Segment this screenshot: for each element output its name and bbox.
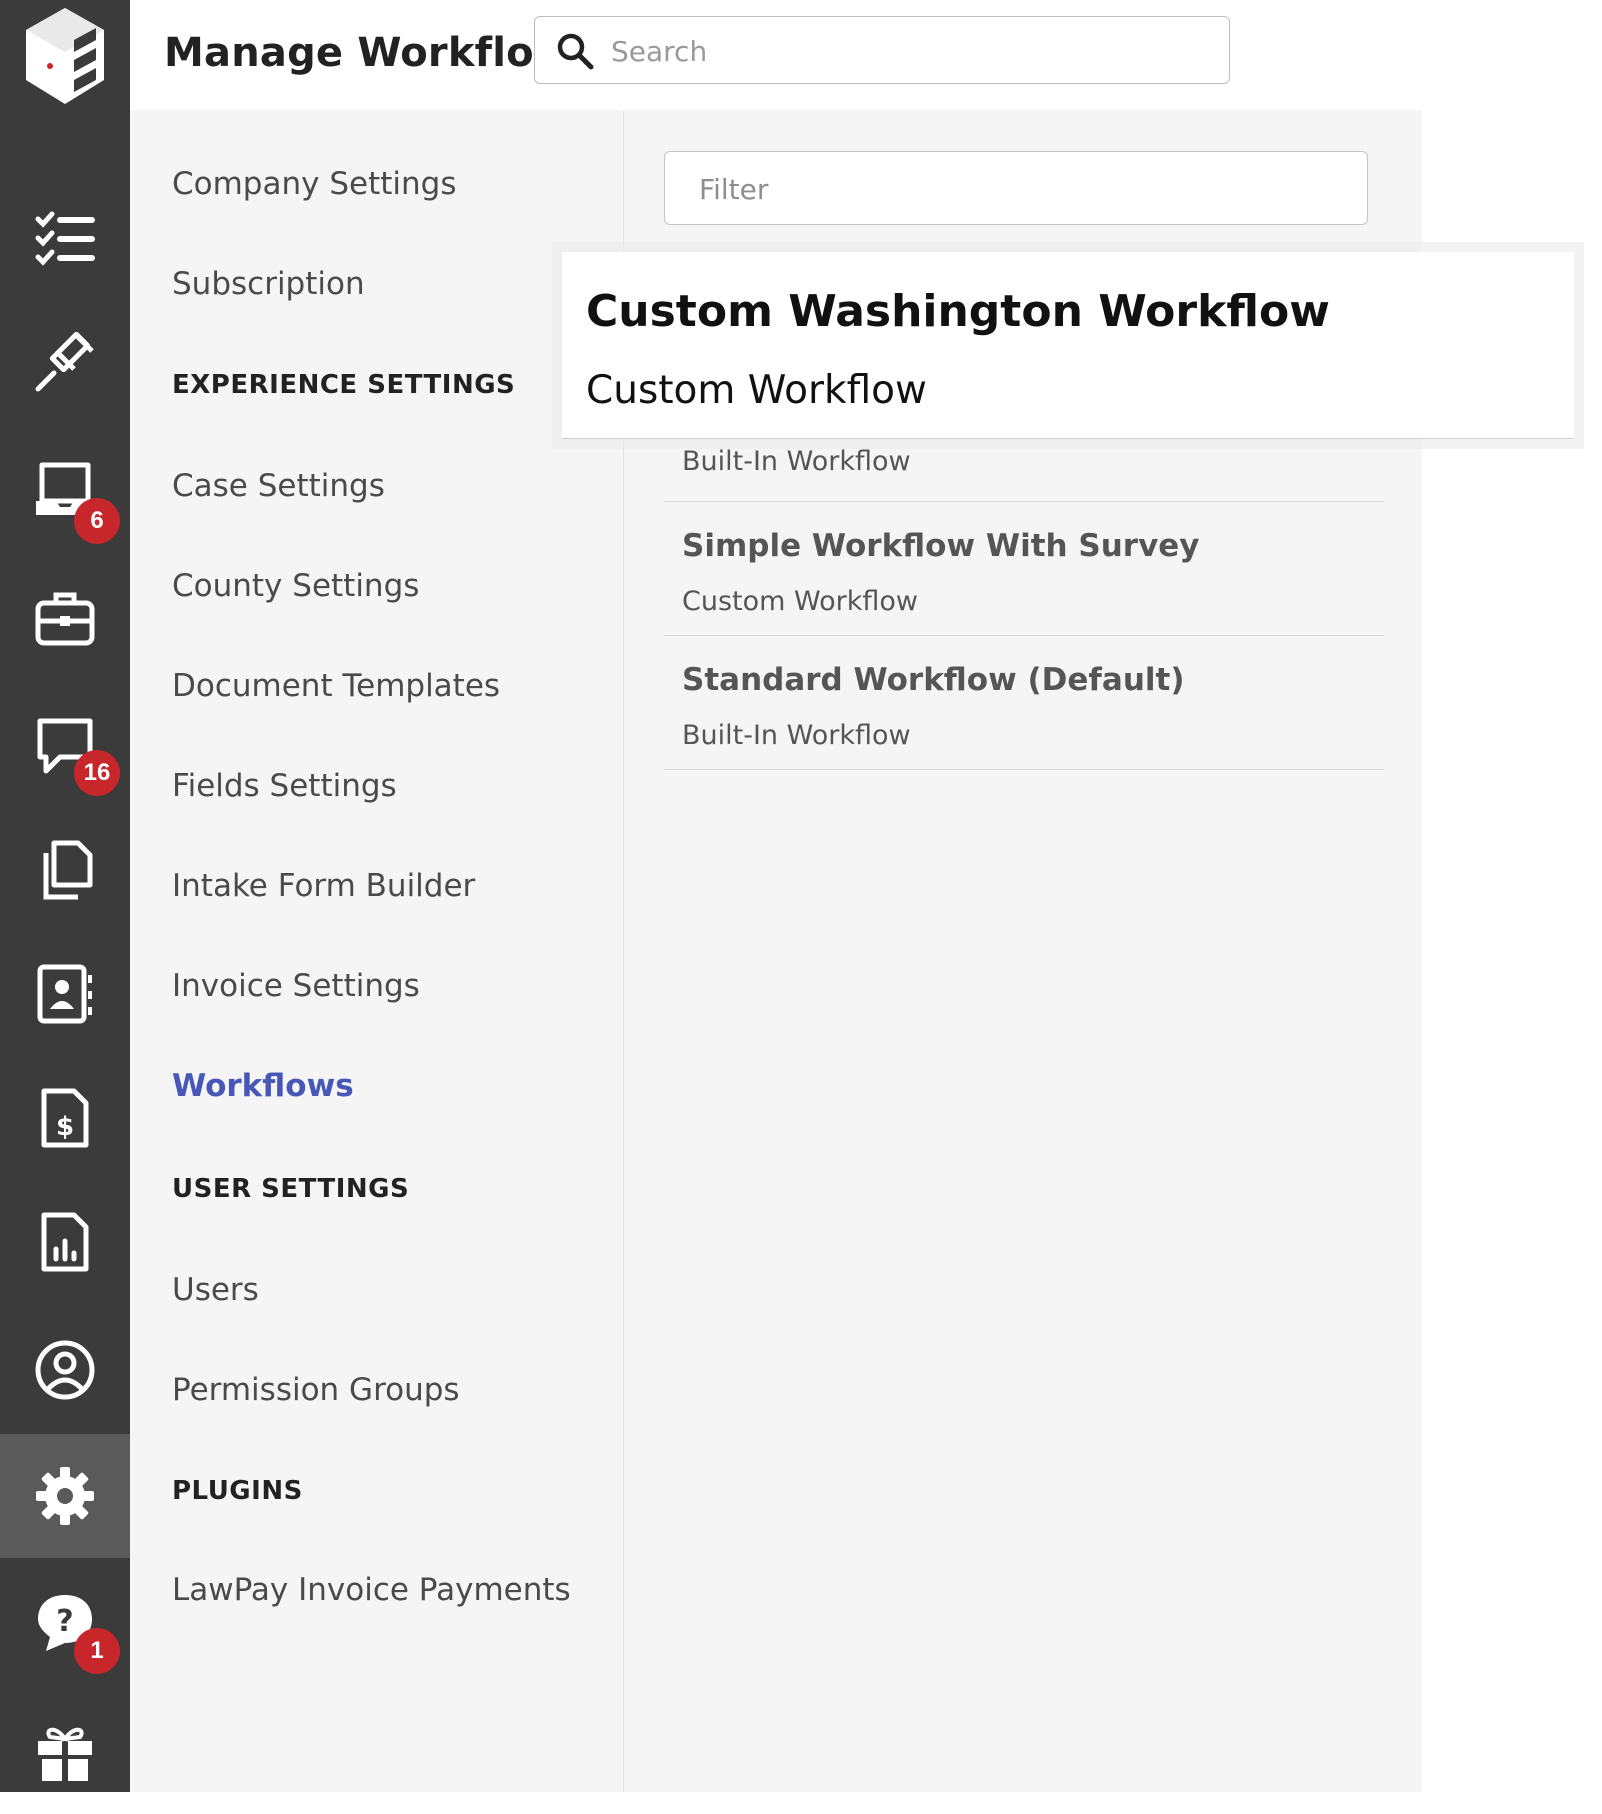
section-experience-settings: EXPERIENCE SETTINGS <box>172 370 516 400</box>
nav-county-settings[interactable]: County Settings <box>172 568 419 604</box>
nav-intake-form-builder[interactable]: Intake Form Builder <box>172 868 475 904</box>
rail-tasks[interactable] <box>0 176 130 300</box>
documents-icon <box>43 840 93 900</box>
app-logo-icon[interactable] <box>22 0 108 110</box>
workflow-type: Built-In Workflow <box>682 720 911 751</box>
briefcase-icon <box>35 592 95 646</box>
nav-workflows[interactable]: Workflows <box>172 1068 354 1104</box>
tasks-icon <box>35 211 95 266</box>
settings-nav: Company Settings Subscription EXPERIENCE… <box>130 110 624 1792</box>
gavel-icon <box>35 331 94 392</box>
contacts-icon <box>37 964 92 1024</box>
inbox-badge: 6 <box>74 498 120 544</box>
search-icon <box>557 33 594 70</box>
nav-subscription[interactable]: Subscription <box>172 266 365 302</box>
dragged-workflow-card[interactable]: Custom Washington Workflow Custom Workfl… <box>562 252 1574 439</box>
profile-icon <box>35 1340 95 1400</box>
search-input[interactable] <box>609 27 1213 75</box>
gear-icon <box>36 1467 94 1525</box>
rail-gift[interactable] <box>0 1690 130 1814</box>
workflow-name: Standard Workflow (Default) <box>682 662 1185 698</box>
dragged-workflow-name: Custom Washington Workflow <box>586 286 1330 337</box>
help-badge: 1 <box>74 1628 120 1674</box>
workflow-name: Simple Workflow With Survey <box>682 528 1200 564</box>
messages-badge: 16 <box>74 750 120 796</box>
section-plugins: PLUGINS <box>172 1476 303 1506</box>
search-box[interactable] <box>534 16 1230 84</box>
rail-documents[interactable] <box>0 808 130 932</box>
rail-reports[interactable] <box>0 1180 130 1304</box>
dragged-workflow-type: Custom Workflow <box>586 368 927 413</box>
app-rail: 6 16 $ ? 1 <box>0 0 130 1792</box>
filter-input[interactable] <box>697 166 1341 212</box>
page-title: Manage Workflows <box>164 30 596 76</box>
workflow-row[interactable]: Simple Workflow With Survey Custom Workf… <box>664 502 1384 636</box>
rail-profile[interactable] <box>0 1308 130 1432</box>
nav-invoice-settings[interactable]: Invoice Settings <box>172 968 420 1004</box>
workflow-type: Custom Workflow <box>682 586 918 617</box>
nav-document-templates[interactable]: Document Templates <box>172 668 500 704</box>
page-header: Manage Workflows <box>130 0 1422 110</box>
rail-matters[interactable] <box>0 556 130 680</box>
invoice-icon: $ <box>41 1088 89 1148</box>
nav-fields-settings[interactable]: Fields Settings <box>172 768 397 804</box>
rail-cases[interactable] <box>0 300 130 424</box>
nav-permission-groups[interactable]: Permission Groups <box>172 1372 460 1408</box>
nav-lawpay-invoice-payments[interactable]: LawPay Invoice Payments <box>172 1572 571 1608</box>
rail-invoices[interactable]: $ <box>0 1056 130 1180</box>
svg-text:?: ? <box>56 1604 73 1639</box>
rail-contacts[interactable] <box>0 932 130 1056</box>
rail-settings[interactable] <box>0 1434 130 1558</box>
nav-case-settings[interactable]: Case Settings <box>172 468 385 504</box>
reports-icon <box>41 1212 89 1272</box>
gift-icon <box>38 1727 92 1781</box>
nav-users[interactable]: Users <box>172 1272 259 1308</box>
section-user-settings: USER SETTINGS <box>172 1174 410 1204</box>
filter-box[interactable] <box>664 151 1368 225</box>
workflow-type: Built-In Workflow <box>682 446 911 477</box>
workflow-row[interactable]: Standard Workflow (Default) Built-In Wor… <box>664 636 1384 770</box>
nav-company-settings[interactable]: Company Settings <box>172 166 456 202</box>
svg-text:$: $ <box>56 1112 74 1142</box>
